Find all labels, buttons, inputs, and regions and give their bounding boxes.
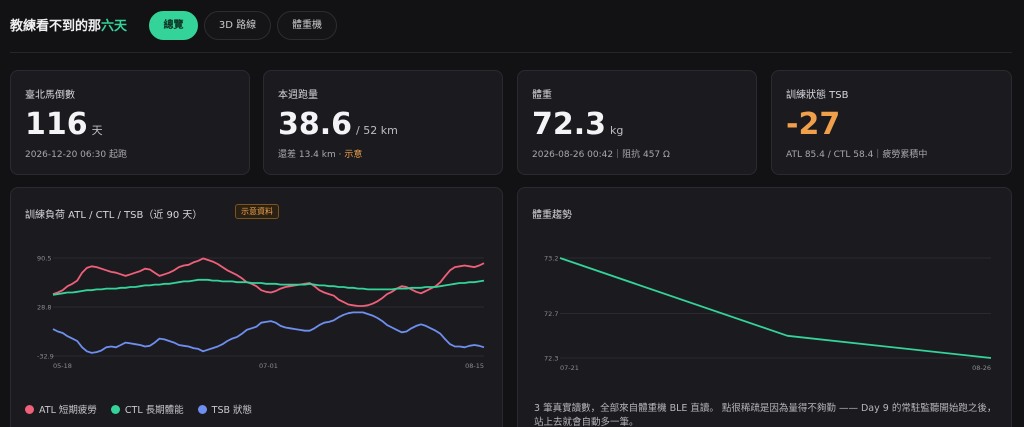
weight-note: 3 筆真實讀數，全部來自體重機 BLE 直讀。 點很稀疏是因為量得不夠勤 —— … (534, 403, 997, 427)
y-tick-label: 72.7 (544, 310, 558, 318)
legend-swatch (197, 404, 207, 414)
weight-trend-chart: 73.2 72.7 72.307-21 08-26 (544, 255, 992, 372)
stat-value: -27 (786, 107, 841, 142)
tab-scale[interactable]: 體重機 (277, 11, 337, 40)
stat-sub: ATL 85.4 / CTL 58.4｜疲勞累積中 (786, 150, 928, 160)
legend-item-atl[interactable]: ATL 短期疲勞 (25, 402, 97, 416)
series-line-1 (559, 257, 992, 359)
weight-trend-panel: 體重趨勢 73.2 72.7 72.3 07-21 08-26 3 筆真實讀數，全部來自… (517, 187, 1012, 427)
stat-sub: 還差 13.4 km · 示意 (278, 150, 363, 160)
stat-value: 38.6/ 52 km (278, 107, 398, 142)
stat-card-tsb: 訓練狀態 TSB -27 ATL 85.4 / CTL 58.4｜疲勞累積中 (771, 70, 1012, 175)
top-bar: 教練看不到的那六天 總覽 3D 路線 體重機 (0, 0, 1024, 52)
stat-label: 臺北馬倒數 (25, 90, 75, 101)
series-line-3 (52, 311, 485, 354)
stat-unit: kg (610, 124, 624, 137)
stat-unit: 天 (91, 124, 103, 137)
app-title-accent: 六天 (101, 19, 128, 34)
y-tick-label: -32.9 (37, 353, 54, 361)
stat-label: 訓練狀態 TSB (786, 90, 849, 101)
stat-card-weekly-distance: 本週跑量 38.6/ 52 km 還差 13.4 km · 示意 (263, 70, 503, 175)
y-tick-label: 90.5 (37, 255, 51, 263)
tab-overview[interactable]: 總覽 (149, 11, 198, 40)
stat-card-weight: 體重 72.3 kg 2026-08-26 00:42｜阻抗 457 Ω (517, 70, 757, 175)
x-tick-label: 07-21 (560, 364, 579, 372)
tab-3d-route[interactable]: 3D 路線 (204, 11, 271, 40)
stat-card-countdown: 臺北馬倒數 116 天 2026-12-20 06:30 起跑 (10, 70, 250, 175)
training-load-panel: 訓練負荷 ATL / CTL / TSB（近 90 天） 示意資料 90.5 28… (10, 187, 503, 427)
stat-value: 116 天 (25, 107, 103, 142)
legend-swatch (110, 404, 120, 414)
y-tick-label: 28.8 (37, 304, 51, 312)
legend-item-ctl[interactable]: CTL 長期體能 (110, 402, 184, 416)
app-title: 教練看不到的那六天 (10, 19, 128, 34)
demo-hint: 示意 (344, 150, 363, 160)
stat-unit: / 52 km (356, 124, 398, 137)
stat-label: 本週跑量 (278, 90, 318, 101)
x-tick-label: 08-15 (465, 362, 484, 370)
y-tick-label: 73.2 (544, 255, 558, 263)
stat-value: 72.3 kg (532, 107, 624, 142)
stat-label: 體重 (532, 90, 552, 101)
legend-swatch (25, 404, 34, 414)
stat-sub: 2026-12-20 06:30 起跑 (25, 150, 127, 160)
x-tick-label: 05-18 (53, 362, 72, 370)
legend-item-tsb[interactable]: TSB 狀態 (197, 402, 252, 416)
series-line-1 (52, 257, 485, 307)
stat-sub: 2026-08-26 00:42｜阻抗 457 Ω (532, 150, 670, 160)
y-tick-label: 72.3 (544, 355, 558, 363)
chart-legend: ATL 短期疲勞 CTL 長期體能 TSB 狀態 (25, 402, 252, 416)
x-tick-label: 07-01 (259, 362, 278, 370)
x-tick-label: 08-26 (972, 364, 991, 372)
training-load-chart: 90.5 28.8 -32.905-18 07-01 08-15 (37, 255, 485, 370)
header-divider (10, 52, 1012, 53)
